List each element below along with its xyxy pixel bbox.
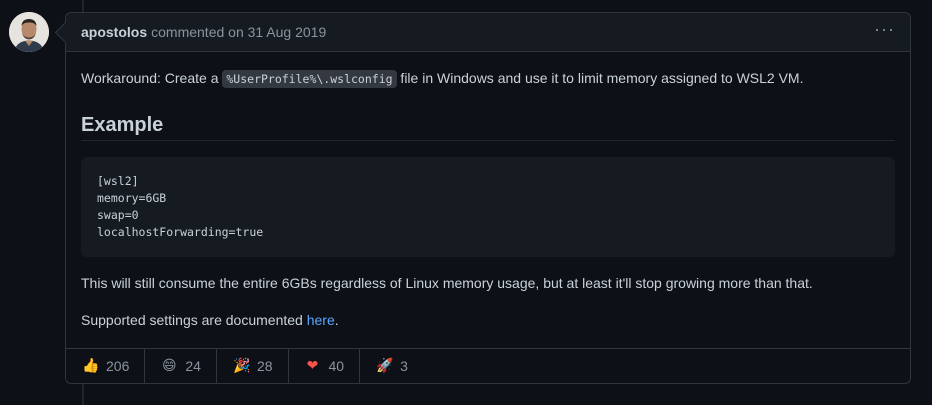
- paragraph-memory-note: This will still consume the entire 6GBs …: [81, 275, 813, 291]
- reaction-count: 28: [256, 358, 273, 374]
- hooray-icon: 🎉: [232, 358, 251, 374]
- code-block: [wsl2] memory=6GB swap=0 localhostForwar…: [81, 157, 895, 257]
- code-line: localhostForwarding=true: [97, 225, 264, 239]
- comment-body: Workaround: Create a %UserProfile%\.wslc…: [66, 52, 910, 331]
- reactions-bar: 👍 206 😄 24 🎉 28 ❤ 40 🚀 3: [66, 348, 910, 383]
- code-line: memory=6GB: [97, 191, 167, 205]
- code-line: swap=0: [97, 208, 139, 222]
- thumbs-up-icon: 👍: [82, 358, 100, 374]
- comment-box: apostolos commented on 31 Aug 2019 ··· W…: [65, 12, 911, 384]
- heading-example: Example: [81, 112, 895, 141]
- issue-timeline: apostolos commented on 31 Aug 2019 ··· W…: [0, 0, 932, 405]
- reaction-heart[interactable]: ❤ 40: [289, 349, 361, 383]
- inline-code-wslconfig: %UserProfile%\.wslconfig: [222, 70, 397, 88]
- kebab-horizontal-icon[interactable]: ···: [874, 20, 895, 44]
- reaction-hooray[interactable]: 🎉 28: [217, 349, 289, 383]
- docs-link[interactable]: here: [307, 312, 335, 328]
- reaction-count: 3: [400, 358, 408, 374]
- reaction-laugh[interactable]: 😄 24: [145, 349, 217, 383]
- avatar[interactable]: [9, 12, 49, 52]
- reaction-count: 206: [106, 358, 130, 374]
- reaction-count: 24: [185, 358, 201, 374]
- comment-timestamp[interactable]: commented on 31 Aug 2019: [151, 24, 326, 40]
- reaction-rocket[interactable]: 🚀 3: [360, 349, 423, 383]
- reaction-thumbs-up[interactable]: 👍 206: [66, 349, 146, 383]
- avatar-image: [9, 12, 49, 52]
- paragraph-workaround: Workaround: Create a %UserProfile%\.wslc…: [81, 70, 804, 88]
- laugh-icon: 😄: [162, 358, 177, 374]
- code-line: [wsl2]: [97, 174, 139, 188]
- author-link[interactable]: apostolos: [81, 24, 147, 40]
- paragraph-supported-settings: Supported settings are documented here.: [81, 312, 339, 328]
- heart-icon: ❤: [306, 358, 319, 374]
- reaction-count: 40: [328, 358, 345, 374]
- comment-header: apostolos commented on 31 Aug 2019 ···: [66, 13, 910, 52]
- rocket-icon: 🚀: [376, 358, 394, 374]
